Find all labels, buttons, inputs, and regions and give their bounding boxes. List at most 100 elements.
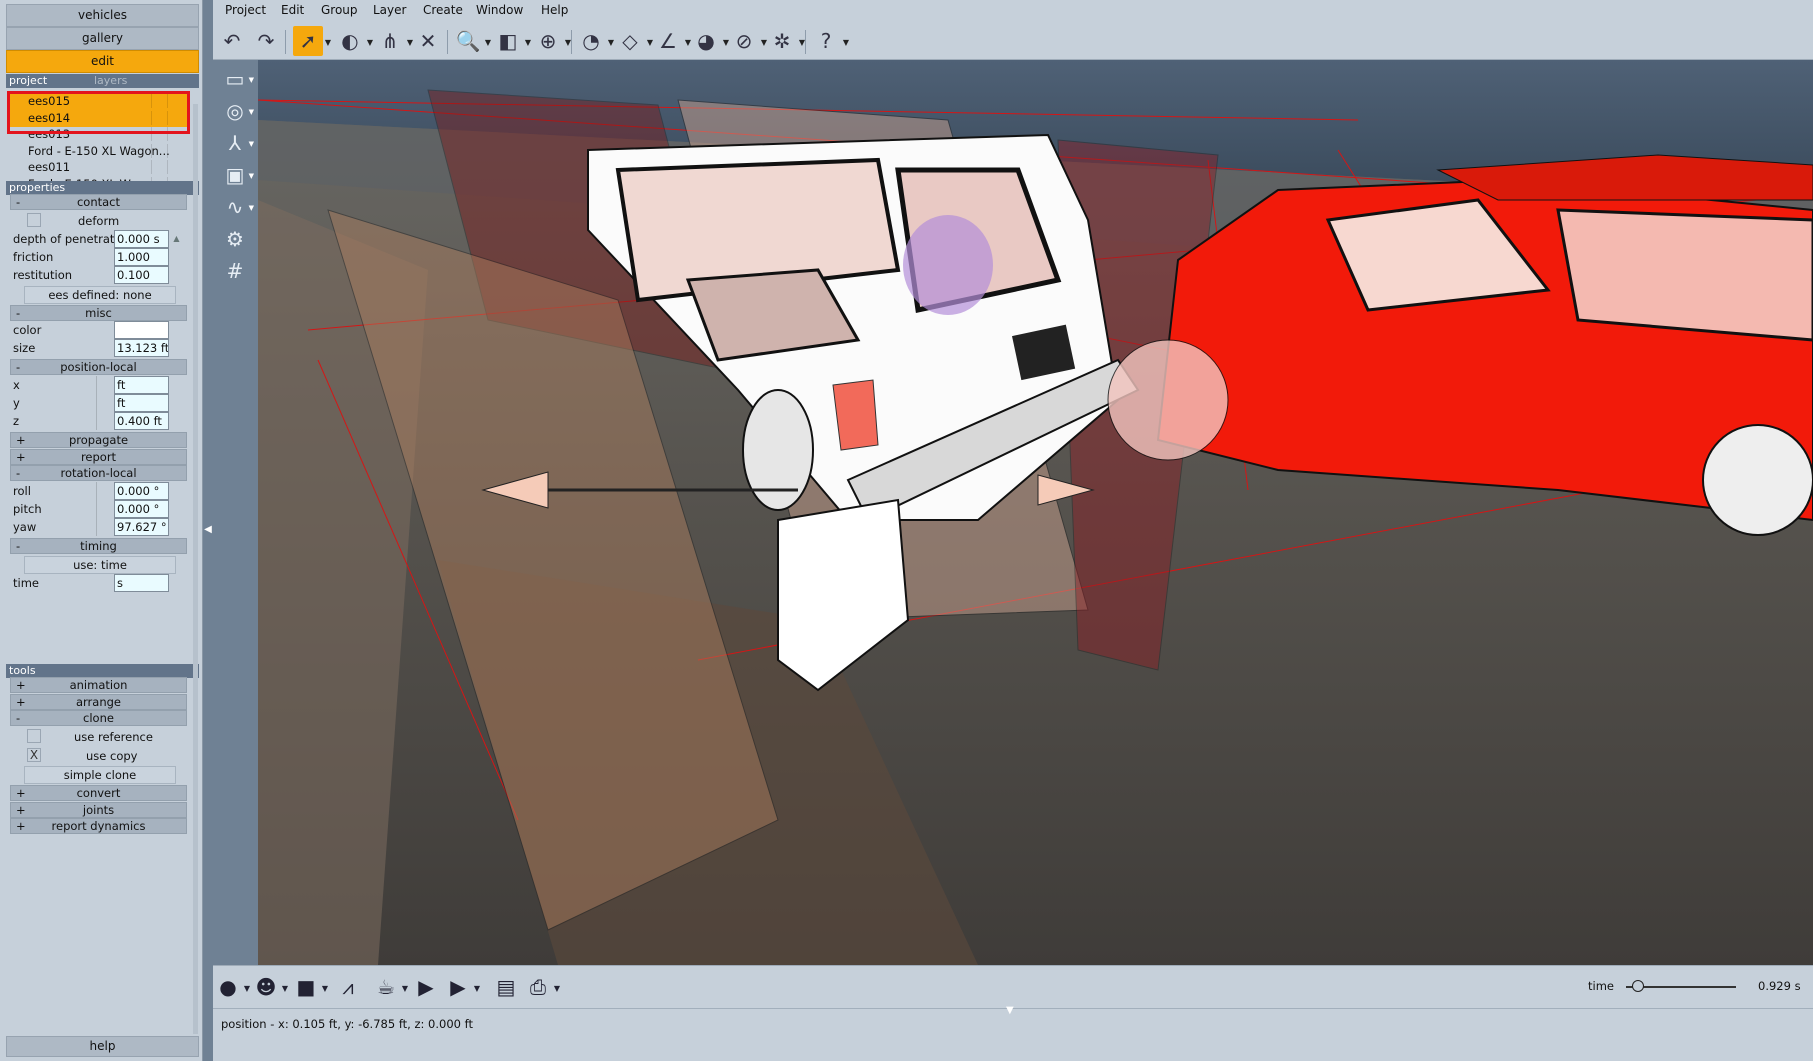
- project-tab[interactable]: project: [9, 74, 47, 87]
- misc-toggle[interactable]: -: [16, 306, 20, 320]
- z-lock[interactable]: [96, 412, 110, 430]
- size-input[interactable]: 13.123 ft: [114, 339, 169, 357]
- angle-tool-icon[interactable]: ∠ ▼: [653, 26, 691, 56]
- vehicles-button[interactable]: vehicles: [6, 4, 199, 27]
- arrange-group[interactable]: + arrange: [10, 694, 187, 710]
- joints-toggle[interactable]: +: [16, 803, 26, 817]
- print-icon[interactable]: ⎙ ▼: [523, 972, 560, 1002]
- orbit-icon[interactable]: ◎ ▼: [218, 96, 254, 126]
- lock-cell[interactable]: [167, 143, 181, 158]
- layers-tab[interactable]: layers: [94, 74, 127, 88]
- propagate-group[interactable]: + propagate: [10, 432, 187, 448]
- depth-spin[interactable]: ▲: [171, 230, 182, 248]
- pitch-input[interactable]: 0.000 °: [114, 500, 169, 518]
- roll-input[interactable]: 0.000 °: [114, 482, 169, 500]
- rotation-local-group[interactable]: - rotation-local: [10, 465, 187, 481]
- friction-input[interactable]: 1.000: [114, 248, 169, 266]
- redo-icon[interactable]: ↷: [251, 26, 281, 56]
- animation-group[interactable]: + animation: [10, 677, 187, 693]
- menu-layer[interactable]: Layer: [373, 3, 406, 17]
- report-document-icon[interactable]: ▤: [491, 972, 521, 1002]
- rotation-local-toggle[interactable]: -: [16, 466, 20, 480]
- report-group[interactable]: + report: [10, 449, 187, 465]
- dial-gauge-icon[interactable]: ⊘ ▼: [729, 26, 767, 56]
- convert-group[interactable]: + convert: [10, 785, 187, 801]
- play-settings-icon[interactable]: ▶ ▼: [443, 972, 480, 1002]
- simple-clone-button[interactable]: simple clone: [24, 766, 176, 784]
- animation-toggle[interactable]: +: [16, 678, 26, 692]
- report-dynamics-toggle[interactable]: +: [16, 819, 26, 833]
- zoom-icon[interactable]: 🔍 ▼: [453, 26, 491, 56]
- visibility-cell[interactable]: [151, 143, 165, 158]
- deform-checkbox[interactable]: [27, 213, 41, 227]
- contact-group[interactable]: - contact: [10, 194, 187, 210]
- left-panel-scrollbar[interactable]: [193, 104, 198, 1034]
- camera-icon[interactable]: ▭ ▼: [218, 64, 254, 94]
- select-pointer-icon[interactable]: ➚ ▼: [293, 26, 331, 56]
- measure-gauge-icon[interactable]: ◔ ▼: [576, 26, 614, 56]
- z-input[interactable]: 0.400 ft: [114, 412, 169, 430]
- menu-group[interactable]: Group: [321, 3, 358, 17]
- timing-toggle[interactable]: -: [16, 539, 20, 553]
- menu-window[interactable]: Window: [476, 3, 523, 17]
- help-question-icon[interactable]: ? ▼: [811, 26, 849, 56]
- lasso-select-icon[interactable]: ◐ ▼: [335, 26, 373, 56]
- misc-group[interactable]: - misc: [10, 305, 187, 321]
- clone-group[interactable]: - clone: [10, 710, 187, 726]
- clone-toggle[interactable]: -: [16, 711, 20, 725]
- edit-button[interactable]: edit: [6, 50, 199, 73]
- view-cube-icon[interactable]: ◧ ▼: [493, 26, 531, 56]
- ees-defined-button[interactable]: ees defined: none: [24, 286, 176, 304]
- use-reference-checkbox[interactable]: [27, 729, 41, 743]
- propagate-toggle[interactable]: +: [16, 433, 26, 447]
- head-occupant-icon[interactable]: ☻ ▼: [251, 972, 288, 1002]
- y-lock[interactable]: [96, 394, 110, 412]
- arrange-toggle[interactable]: +: [16, 695, 26, 709]
- grid-icon[interactable]: #: [218, 256, 252, 286]
- sphere-render-icon[interactable]: ● ▼: [213, 972, 250, 1002]
- undo-icon[interactable]: ↶: [217, 26, 247, 56]
- convert-toggle[interactable]: +: [16, 786, 26, 800]
- menu-project[interactable]: Project: [225, 3, 266, 17]
- help-button[interactable]: help: [6, 1036, 199, 1057]
- expand-arrow-icon[interactable]: ▼: [1006, 1005, 1014, 1016]
- 3d-viewport[interactable]: [258, 60, 1813, 965]
- use-time-button[interactable]: use: time: [24, 556, 176, 574]
- pan-target-icon[interactable]: ⊕ ▼: [533, 26, 571, 56]
- image-capture-icon[interactable]: ▣ ▼: [218, 160, 254, 190]
- lock-cell[interactable]: [167, 160, 181, 174]
- menu-create[interactable]: Create: [423, 3, 463, 17]
- project-item[interactable]: ees011: [8, 158, 187, 176]
- joints-group[interactable]: + joints: [10, 802, 187, 818]
- report-toggle[interactable]: +: [16, 450, 26, 464]
- depth-input[interactable]: 0.000 s: [114, 230, 169, 248]
- gallery-button[interactable]: gallery: [6, 27, 199, 50]
- color-swatch[interactable]: [114, 321, 169, 339]
- axes-icon[interactable]: ⅄ ▼: [218, 128, 254, 158]
- teapot-icon[interactable]: ☕ ▼: [371, 972, 408, 1002]
- menu-edit[interactable]: Edit: [281, 3, 304, 17]
- restitution-input[interactable]: 0.100: [114, 266, 169, 284]
- y-input[interactable]: ft: [114, 394, 169, 412]
- collapse-panel-arrow-icon[interactable]: ◀: [203, 520, 213, 540]
- menu-help[interactable]: Help: [541, 3, 568, 17]
- report-dynamics-group[interactable]: + report dynamics: [10, 818, 187, 834]
- roll-lock[interactable]: [96, 482, 110, 500]
- hierarchy-icon[interactable]: ⋔ ▼: [375, 26, 413, 56]
- impact-tool-icon[interactable]: ✲ ▼: [767, 26, 805, 56]
- position-local-toggle[interactable]: -: [16, 360, 20, 374]
- rectangle-icon[interactable]: ■ ▼: [291, 972, 328, 1002]
- yaw-input[interactable]: 97.627 °: [114, 518, 169, 536]
- speed-gauge-icon[interactable]: ◕ ▼: [691, 26, 729, 56]
- use-copy-checkbox[interactable]: X: [27, 748, 41, 762]
- surface-icon[interactable]: ◇ ▼: [615, 26, 653, 56]
- graph-icon[interactable]: ⩘: [333, 972, 363, 1002]
- timing-group[interactable]: - timing: [10, 538, 187, 554]
- pitch-lock[interactable]: [96, 500, 110, 518]
- x-input[interactable]: ft: [114, 376, 169, 394]
- time-slider-handle[interactable]: [1632, 980, 1645, 992]
- yaw-lock[interactable]: [96, 518, 110, 536]
- visibility-cell[interactable]: [151, 160, 165, 174]
- time-input[interactable]: s: [114, 574, 169, 592]
- settings-gears-icon[interactable]: ⚙: [218, 224, 252, 254]
